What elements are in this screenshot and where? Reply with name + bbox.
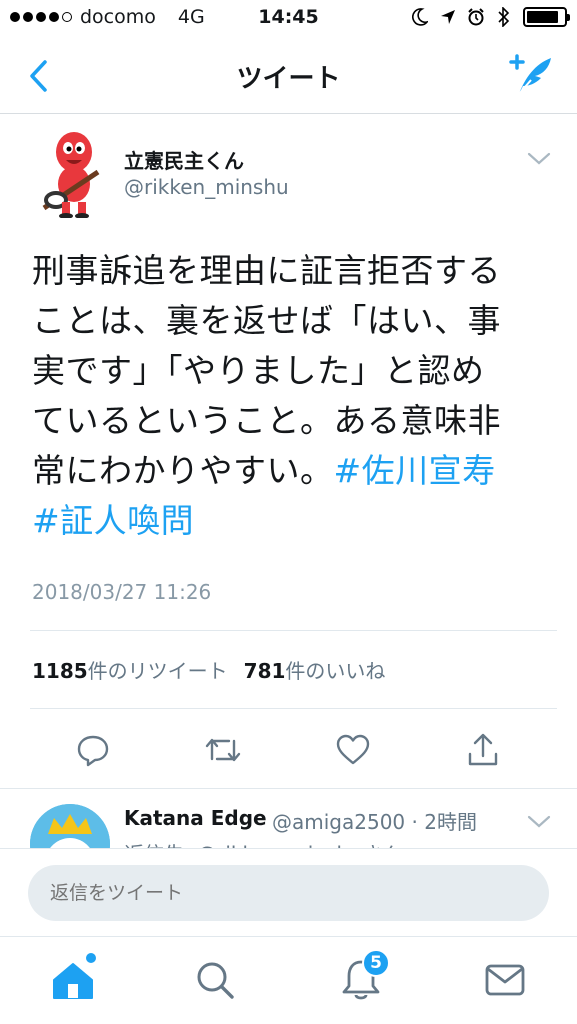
tweet-text: 刑事訴追を理由に証言拒否する ことは、裏を返せば「はい、事 実です」「やりました… xyxy=(32,246,552,546)
reply-context: 返信先: @rikken_minshuさん xyxy=(124,838,402,848)
location-arrow-icon xyxy=(439,6,457,28)
battery-icon xyxy=(523,7,570,27)
moon-icon xyxy=(411,6,429,28)
like-count: 781 xyxy=(243,659,286,683)
reply-meta: @amiga2500 · 2時間 xyxy=(272,810,477,834)
tweet-line-text: 常にわかりやすい。 xyxy=(32,451,334,490)
tweet-stats: 1185件のリツイート 781件のいいね xyxy=(32,655,385,684)
divider xyxy=(30,708,557,709)
tweet-line: 常にわかりやすい。#佐川宣寿 xyxy=(32,446,552,496)
status-bar: docomo 4G 14:45 xyxy=(0,0,577,38)
reply-bar xyxy=(0,848,577,936)
hashtag-link[interactable]: #証人喚問 xyxy=(32,501,194,540)
tab-home[interactable] xyxy=(48,953,98,1005)
tab-bar: 5 xyxy=(0,936,577,1024)
reply-button[interactable] xyxy=(68,725,118,775)
retweet-icon xyxy=(205,738,241,762)
compose-feather-icon xyxy=(509,54,551,95)
compose-tweet-button[interactable] xyxy=(505,52,555,98)
tweet-timestamp: 2018/03/27 11:26 xyxy=(32,580,212,604)
new-content-dot xyxy=(86,953,96,963)
tweet-line: ているということ。ある意味非 xyxy=(32,401,501,440)
like-stat[interactable]: 781件のいいね xyxy=(244,655,386,684)
tweet-line: ことは、裏を返せば「はい、事 xyxy=(32,301,501,340)
crown-mascot-icon xyxy=(30,804,110,848)
bluetooth-icon xyxy=(495,6,513,28)
battery-level xyxy=(527,11,558,23)
home-icon xyxy=(53,963,93,999)
tweet-actions xyxy=(0,725,577,775)
page-title: ツイート xyxy=(236,64,341,94)
mail-icon xyxy=(485,964,525,996)
reply-avatar[interactable] xyxy=(30,804,110,848)
tab-messages[interactable] xyxy=(480,955,530,1005)
search-icon xyxy=(197,962,234,999)
tweet-header: 立憲民主くん @rikken_minshu xyxy=(0,125,577,219)
author-avatar[interactable] xyxy=(34,130,112,219)
tweet-line: 実です」「やりました」と認め xyxy=(32,351,485,390)
status-right xyxy=(411,6,570,28)
reply-options-button[interactable] xyxy=(525,810,553,832)
share-button[interactable] xyxy=(458,725,508,775)
reply-icon xyxy=(77,735,109,767)
mascot-avatar-icon xyxy=(42,132,100,219)
alarm-icon xyxy=(467,6,485,28)
tweet-line: #証人喚問 xyxy=(32,496,552,546)
tab-notifications[interactable]: 5 xyxy=(336,949,390,1005)
reply-input[interactable] xyxy=(28,865,549,921)
like-label: 件のいいね xyxy=(285,659,386,683)
tab-search[interactable] xyxy=(190,955,240,1005)
retweet-label: 件のリツイート xyxy=(87,659,228,683)
heart-icon xyxy=(336,734,370,765)
reply-tweet[interactable]: Katana Edge @amiga2500 · 2時間 返信先: @rikke… xyxy=(0,790,577,848)
notification-badge: 5 xyxy=(362,949,390,977)
retweet-count: 1185 xyxy=(32,659,88,683)
author-name[interactable]: 立憲民主くん xyxy=(124,145,244,174)
navigation-bar: ツイート xyxy=(0,38,577,114)
tweet-line: 刑事訴追を理由に証言拒否する xyxy=(32,251,501,290)
like-button[interactable] xyxy=(328,725,378,775)
hashtag-link[interactable]: #佐川宣寿 xyxy=(334,451,496,490)
chevron-down-icon xyxy=(527,152,551,165)
share-icon xyxy=(468,733,498,766)
tweet-options-button[interactable] xyxy=(525,147,553,169)
chevron-down-icon xyxy=(527,815,551,828)
divider xyxy=(30,630,557,631)
divider xyxy=(0,788,577,789)
author-handle[interactable]: @rikken_minshu xyxy=(124,175,289,199)
reply-author-name[interactable]: Katana Edge xyxy=(124,806,267,830)
retweet-button[interactable] xyxy=(198,725,248,775)
retweet-stat[interactable]: 1185件のリツイート xyxy=(32,655,228,684)
